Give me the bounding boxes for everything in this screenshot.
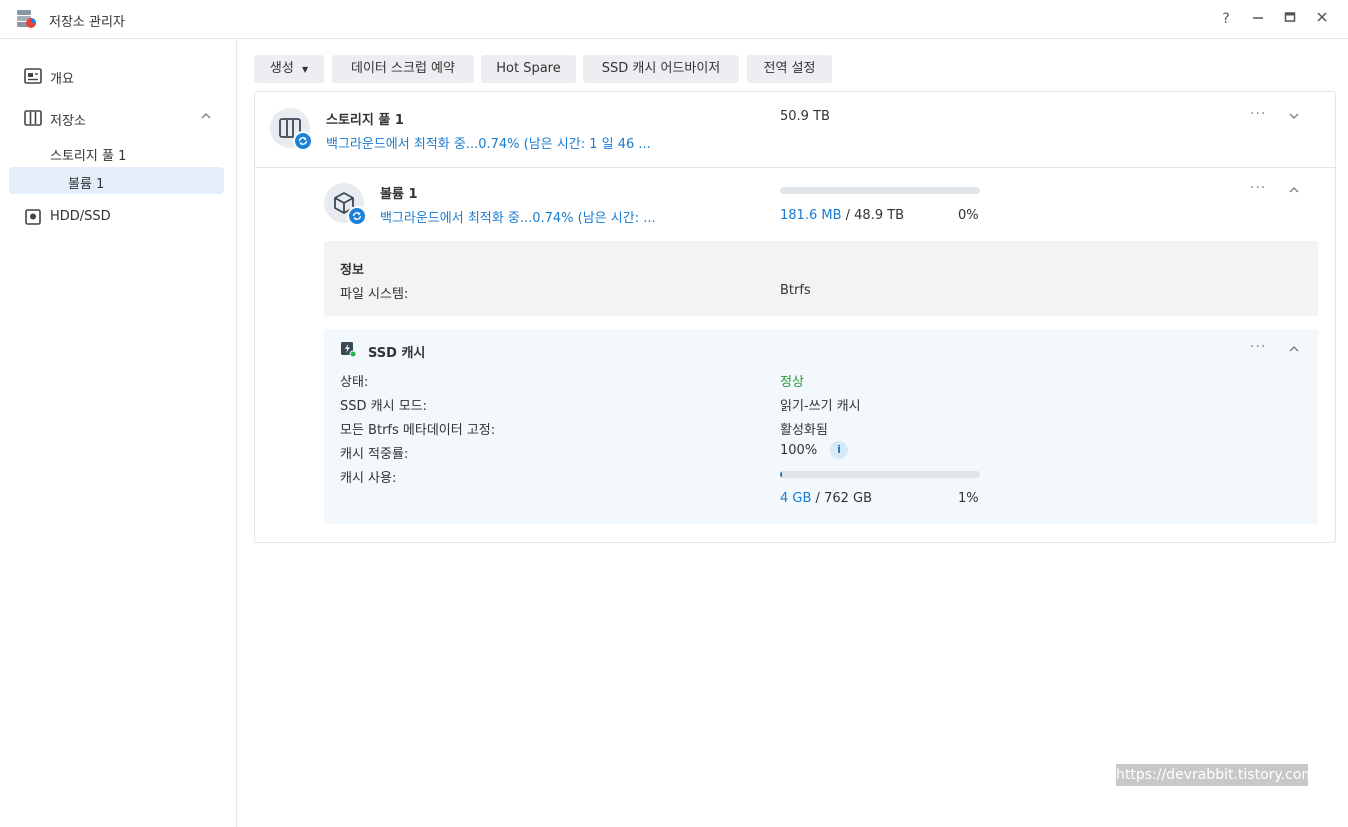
volume-status[interactable]: 백그라운드에서 최적화 중...0.74% (남은 시간: ... (380, 207, 656, 226)
caret-down-icon: ▼ (301, 65, 309, 74)
volume-usage-bar (780, 187, 980, 194)
sidebar: 개요 저장소 스토리지 풀 1 볼륨 1 HDD/SSD (0, 39, 237, 827)
pool-name: 스토리지 풀 1 (326, 113, 404, 128)
pool-size: 50.9 TB (780, 109, 830, 124)
fs-label: 파일 시스템: (340, 287, 409, 302)
status-label: 상태: (340, 375, 369, 390)
cache-mode-label: SSD 캐시 모드: (340, 399, 427, 414)
ssd-cache-advisor-button[interactable]: SSD 캐시 어드바이저 (583, 55, 739, 83)
pool-more-button[interactable]: ··· (1250, 106, 1266, 122)
help-button[interactable]: ? (1216, 9, 1236, 29)
hdd-icon (25, 209, 41, 225)
ssd-cache-section: SSD 캐시 ··· 상태: 정상 SSD 캐시 모드: 읽기-쓰기 캐시 모든… (324, 329, 1318, 524)
close-button[interactable] (1312, 9, 1332, 29)
maximize-button[interactable] (1280, 9, 1300, 29)
volume-name: 볼륨 1 (380, 187, 418, 202)
chevron-up-icon[interactable] (1288, 343, 1300, 355)
sidebar-item-volume-1-selected[interactable] (9, 167, 224, 194)
sidebar-item-hdd-ssd[interactable]: HDD/SSD (0, 203, 236, 231)
create-dropdown-button[interactable]: 생성 ▼ (254, 55, 324, 83)
info-heading: 정보 (340, 263, 364, 278)
volume-info-section: 정보 파일 시스템: Btrfs (324, 241, 1318, 316)
pin-metadata-value: 활성화됨 (780, 423, 828, 438)
volume-total: 48.9 TB (854, 208, 905, 223)
storage-pool-panel: 스토리지 풀 1 백그라운드에서 최적화 중...0.74% (남은 시간: 1… (254, 91, 1336, 543)
ssd-cache-icon (341, 342, 356, 357)
fs-value: Btrfs (780, 283, 811, 298)
sidebar-item-label: 저장소 (50, 114, 86, 129)
sidebar-item-storage[interactable]: 저장소 (0, 104, 236, 132)
cache-total: 762 GB (824, 491, 873, 506)
cache-usage-text: 4 GB / 762 GB (780, 491, 872, 506)
create-label: 생성 (269, 61, 294, 76)
cache-sep: / (815, 491, 820, 506)
ssd-cache-title: SSD 캐시 (368, 346, 426, 361)
hit-rate-value: 100% (780, 443, 818, 458)
sidebar-item-storage-pool-1[interactable]: 스토리지 풀 1 (50, 145, 126, 164)
chevron-down-icon[interactable] (1288, 110, 1300, 122)
sync-badge-icon (293, 131, 313, 151)
info-icon[interactable]: i (830, 441, 848, 459)
storage-manager-app-icon (17, 10, 36, 28)
storage-pool-row[interactable]: 스토리지 풀 1 백그라운드에서 최적화 중...0.74% (남은 시간: 1… (255, 92, 1335, 168)
hit-rate-label: 캐시 적중률: (340, 447, 409, 462)
cache-mode-value: 읽기-쓰기 캐시 (780, 399, 861, 414)
window-title: 저장소 관리자 (49, 15, 125, 30)
volume-icon (324, 183, 367, 226)
storage-icon (24, 110, 42, 126)
cache-usage-label: 캐시 사용: (340, 471, 397, 486)
volume-more-button[interactable]: ··· (1250, 180, 1266, 196)
pin-metadata-label: 모든 Btrfs 메타데이터 고정: (340, 423, 496, 438)
title-bar: 저장소 관리자 ? (0, 0, 1348, 39)
scrub-schedule-button[interactable]: 데이터 스크럽 예약 (332, 55, 474, 83)
sidebar-item-volume-1[interactable]: 볼륨 1 (68, 173, 104, 192)
close-icon (1317, 12, 1327, 22)
ssd-cache-more-button[interactable]: ··· (1250, 339, 1266, 355)
chevron-up-icon[interactable] (1288, 184, 1300, 196)
volume-sep: / (845, 208, 851, 223)
chevron-up-icon[interactable] (200, 110, 212, 122)
volume-usage-text: 181.6 MB / 48.9 TB (780, 208, 904, 223)
cache-usage-fill (780, 471, 782, 478)
overview-icon (24, 68, 42, 84)
hot-spare-button[interactable]: Hot Spare (481, 55, 576, 83)
pool-status[interactable]: 백그라운드에서 최적화 중...0.74% (남은 시간: 1 일 46 ... (326, 133, 651, 152)
minimize-button[interactable] (1248, 9, 1268, 29)
minimize-icon (1253, 17, 1263, 19)
maximize-icon (1284, 12, 1296, 22)
storage-pool-icon (270, 108, 313, 151)
cache-used: 4 GB (780, 491, 812, 506)
sidebar-item-label: 개요 (50, 72, 74, 87)
volume-percent: 0% (958, 208, 979, 223)
sync-badge-icon (347, 206, 367, 226)
status-value: 정상 (780, 375, 804, 390)
sidebar-item-label: HDD/SSD (50, 209, 111, 224)
sidebar-item-overview[interactable]: 개요 (0, 62, 236, 90)
cache-usage-percent: 1% (958, 491, 979, 506)
cache-usage-bar (780, 471, 980, 478)
global-settings-button[interactable]: 전역 설정 (747, 55, 832, 83)
watermark: https://devrabbit.tistory.com (1116, 764, 1315, 786)
volume-used: 181.6 MB (780, 208, 842, 223)
